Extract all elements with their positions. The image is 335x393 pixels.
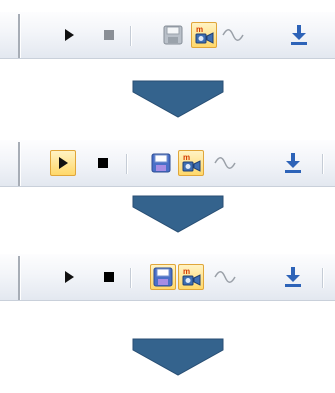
download-icon: [285, 153, 301, 173]
play-icon: [59, 157, 68, 169]
toolbar-state-2: m: [0, 140, 335, 187]
waveform-icon: [214, 157, 236, 169]
toolbar-separator: [322, 268, 324, 288]
record-button[interactable]: m: [178, 150, 204, 176]
toolbar-separator: [130, 268, 132, 288]
play-icon: [65, 271, 74, 283]
play-button[interactable]: [56, 22, 82, 48]
toolbar-separator: [322, 154, 324, 174]
toolbar-grip[interactable]: [18, 14, 21, 58]
record-icon: m: [182, 267, 201, 286]
stop-icon: [104, 272, 114, 282]
play-button[interactable]: [50, 150, 76, 176]
toolbar-grip[interactable]: [18, 142, 21, 186]
download-button[interactable]: [280, 264, 306, 290]
toolbar-separator: [126, 154, 128, 174]
toolbar-state-1: m: [0, 12, 335, 59]
down-arrow-1: [132, 80, 224, 118]
download-icon: [285, 267, 301, 287]
record-button[interactable]: m: [191, 22, 217, 48]
svg-text:m: m: [183, 267, 190, 276]
download-button[interactable]: [286, 22, 312, 48]
svg-text:m: m: [196, 25, 203, 34]
play-button[interactable]: [56, 264, 82, 290]
toolbar-state-3: m: [0, 254, 335, 301]
save-icon: [151, 153, 171, 173]
save-button[interactable]: [150, 264, 176, 290]
save-icon: [163, 25, 183, 45]
svg-text:m: m: [183, 153, 190, 162]
stop-button[interactable]: [96, 22, 122, 48]
down-arrow-2: [132, 195, 224, 233]
record-icon: m: [195, 25, 214, 44]
record-icon: m: [182, 153, 201, 172]
toolbar-grip[interactable]: [18, 256, 21, 300]
save-icon: [153, 267, 173, 287]
down-arrow-3: [132, 338, 224, 376]
waveform-button[interactable]: [220, 22, 246, 48]
save-button[interactable]: [160, 22, 186, 48]
play-icon: [65, 29, 74, 41]
toolbar-separator: [130, 26, 132, 46]
download-icon: [291, 25, 307, 45]
stop-icon: [98, 158, 108, 168]
record-button[interactable]: m: [178, 264, 204, 290]
download-button[interactable]: [280, 150, 306, 176]
waveform-button[interactable]: [212, 150, 238, 176]
stop-button[interactable]: [96, 264, 122, 290]
stop-button[interactable]: [90, 150, 116, 176]
waveform-icon: [222, 29, 244, 41]
waveform-button[interactable]: [212, 264, 238, 290]
save-button[interactable]: [148, 150, 174, 176]
waveform-icon: [214, 271, 236, 283]
stop-icon: [104, 30, 114, 40]
